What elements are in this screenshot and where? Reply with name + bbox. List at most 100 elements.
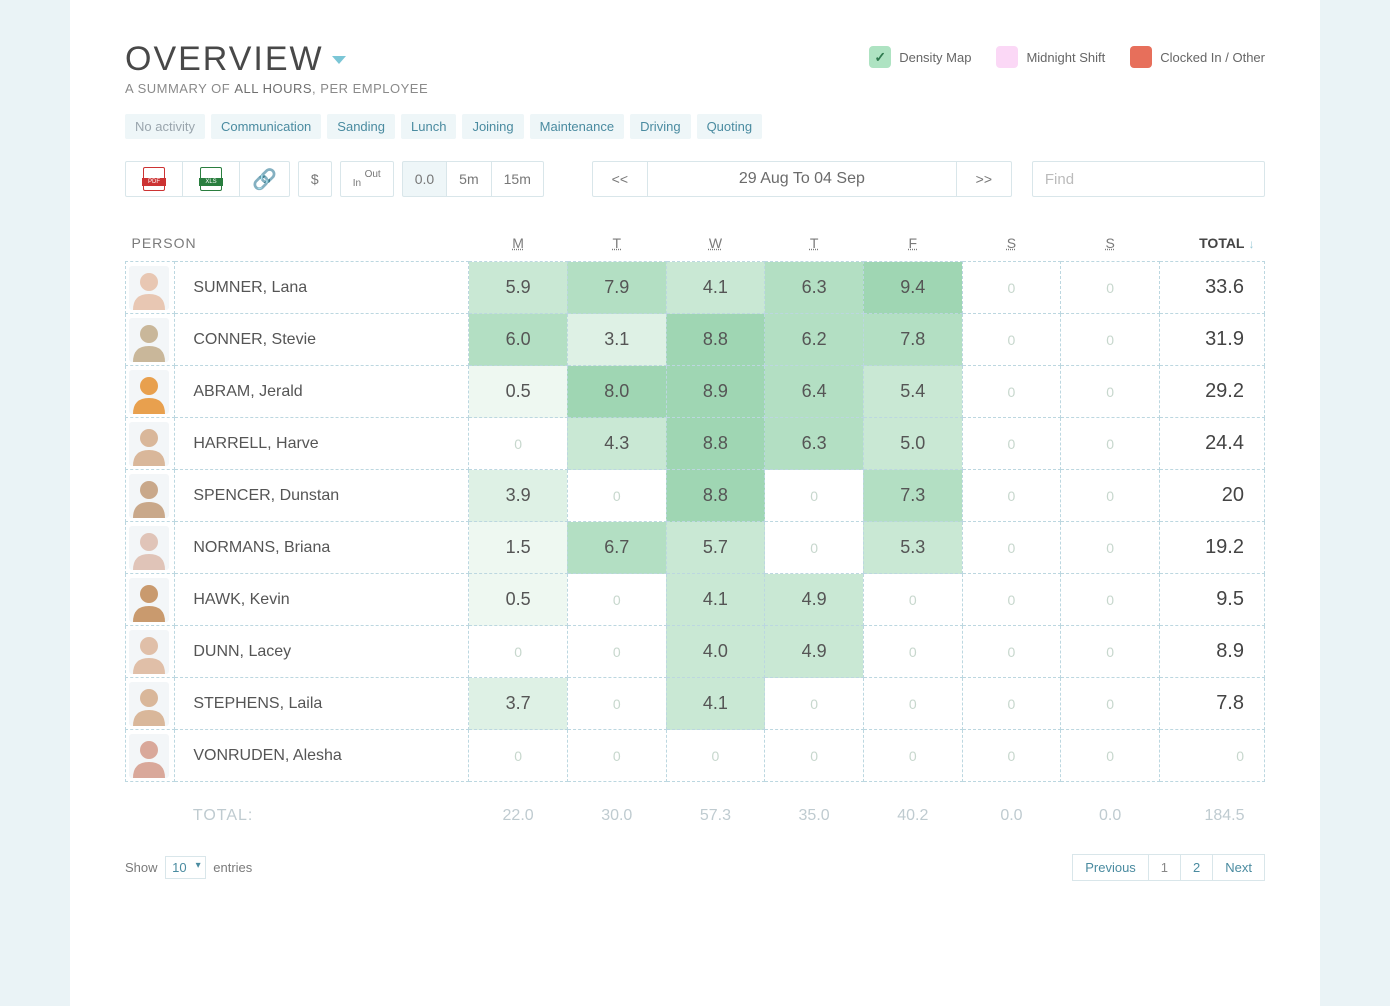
day-cell[interactable]: 1.5: [469, 522, 568, 574]
col-fri[interactable]: F: [863, 225, 962, 262]
tag-maintenance[interactable]: Maintenance: [530, 114, 624, 139]
legend-midnight[interactable]: Midnight Shift: [996, 46, 1105, 68]
entries-select[interactable]: 10: [165, 856, 205, 879]
day-cell[interactable]: 6.2: [765, 314, 864, 366]
day-cell[interactable]: 0: [1061, 730, 1160, 782]
day-cell[interactable]: 0: [469, 418, 568, 470]
col-mon[interactable]: M: [469, 225, 568, 262]
pager-page-1[interactable]: 1: [1148, 854, 1181, 881]
page-title[interactable]: OVERVIEW: [125, 40, 428, 79]
export-xls-button[interactable]: [182, 161, 240, 197]
table-row[interactable]: ABRAM, Jerald0.58.08.96.45.40029.2: [126, 366, 1265, 418]
currency-toggle-button[interactable]: $: [298, 161, 332, 197]
round-5m-button[interactable]: 5m: [446, 161, 491, 197]
export-pdf-button[interactable]: [125, 161, 183, 197]
day-cell[interactable]: 0: [962, 626, 1061, 678]
day-cell[interactable]: 0.5: [469, 366, 568, 418]
inout-toggle-button[interactable]: In Out: [340, 161, 394, 197]
day-cell[interactable]: 0: [567, 470, 666, 522]
day-cell[interactable]: 6.0: [469, 314, 568, 366]
day-cell[interactable]: 0: [863, 730, 962, 782]
table-row[interactable]: CONNER, Stevie6.03.18.86.27.80031.9: [126, 314, 1265, 366]
pager-prev[interactable]: Previous: [1072, 854, 1149, 881]
pager-page-2[interactable]: 2: [1180, 854, 1213, 881]
next-week-button[interactable]: >>: [956, 161, 1012, 197]
day-cell[interactable]: 0: [962, 262, 1061, 314]
col-sat[interactable]: S: [962, 225, 1061, 262]
name-cell[interactable]: HARRELL, Harve: [175, 418, 469, 470]
table-row[interactable]: STEPHENS, Laila3.704.100007.8: [126, 678, 1265, 730]
day-cell[interactable]: 6.3: [765, 418, 864, 470]
day-cell[interactable]: 0: [1061, 314, 1160, 366]
day-cell[interactable]: 0: [1061, 470, 1160, 522]
day-cell[interactable]: 0: [567, 626, 666, 678]
name-cell[interactable]: VONRUDEN, Alesha: [175, 730, 469, 782]
name-cell[interactable]: SUMNER, Lana: [175, 262, 469, 314]
pager-next[interactable]: Next: [1212, 854, 1265, 881]
day-cell[interactable]: 0: [863, 626, 962, 678]
day-cell[interactable]: 0: [1061, 678, 1160, 730]
day-cell[interactable]: 6.3: [765, 262, 864, 314]
name-cell[interactable]: STEPHENS, Laila: [175, 678, 469, 730]
day-cell[interactable]: 0: [765, 730, 864, 782]
name-cell[interactable]: SPENCER, Dunstan: [175, 470, 469, 522]
name-cell[interactable]: ABRAM, Jerald: [175, 366, 469, 418]
table-row[interactable]: DUNN, Lacey004.04.90008.9: [126, 626, 1265, 678]
day-cell[interactable]: 0: [863, 574, 962, 626]
round-15m-button[interactable]: 15m: [491, 161, 544, 197]
day-cell[interactable]: 0: [765, 522, 864, 574]
legend-clocked[interactable]: Clocked In / Other: [1130, 46, 1265, 68]
day-cell[interactable]: 0: [962, 678, 1061, 730]
day-cell[interactable]: 8.9: [666, 366, 765, 418]
day-cell[interactable]: 0: [1061, 522, 1160, 574]
day-cell[interactable]: 8.8: [666, 418, 765, 470]
day-cell[interactable]: 0: [1061, 366, 1160, 418]
share-link-button[interactable]: 🔗: [239, 161, 290, 197]
day-cell[interactable]: 0: [765, 678, 864, 730]
day-cell[interactable]: 0: [863, 678, 962, 730]
day-cell[interactable]: 5.4: [863, 366, 962, 418]
day-cell[interactable]: 5.3: [863, 522, 962, 574]
date-range-display[interactable]: 29 Aug To 04 Sep: [647, 161, 957, 197]
day-cell[interactable]: 7.3: [863, 470, 962, 522]
col-wed[interactable]: W: [666, 225, 765, 262]
day-cell[interactable]: 0: [962, 366, 1061, 418]
name-cell[interactable]: HAWK, Kevin: [175, 574, 469, 626]
day-cell[interactable]: 3.7: [469, 678, 568, 730]
name-cell[interactable]: CONNER, Stevie: [175, 314, 469, 366]
day-cell[interactable]: 0: [666, 730, 765, 782]
day-cell[interactable]: 6.7: [567, 522, 666, 574]
day-cell[interactable]: 4.0: [666, 626, 765, 678]
col-tue[interactable]: T: [567, 225, 666, 262]
day-cell[interactable]: 0: [1061, 626, 1160, 678]
day-cell[interactable]: 8.8: [666, 314, 765, 366]
table-row[interactable]: HARRELL, Harve04.38.86.35.00024.4: [126, 418, 1265, 470]
tag-driving[interactable]: Driving: [630, 114, 690, 139]
day-cell[interactable]: 0: [962, 470, 1061, 522]
day-cell[interactable]: 0: [962, 418, 1061, 470]
day-cell[interactable]: 0: [765, 470, 864, 522]
day-cell[interactable]: 7.8: [863, 314, 962, 366]
col-sun[interactable]: S: [1061, 225, 1160, 262]
day-cell[interactable]: 0: [962, 314, 1061, 366]
day-cell[interactable]: 3.9: [469, 470, 568, 522]
day-cell[interactable]: 4.3: [567, 418, 666, 470]
day-cell[interactable]: 4.1: [666, 262, 765, 314]
day-cell[interactable]: 8.0: [567, 366, 666, 418]
table-row[interactable]: NORMANS, Briana1.56.75.705.30019.2: [126, 522, 1265, 574]
find-input[interactable]: [1032, 161, 1265, 197]
day-cell[interactable]: 0: [469, 730, 568, 782]
tag-quoting[interactable]: Quoting: [697, 114, 763, 139]
day-cell[interactable]: 0: [1061, 418, 1160, 470]
chevron-down-icon[interactable]: [332, 56, 346, 64]
table-row[interactable]: SUMNER, Lana5.97.94.16.39.40033.6: [126, 262, 1265, 314]
day-cell[interactable]: 0: [962, 574, 1061, 626]
tag-no-activity[interactable]: No activity: [125, 114, 205, 139]
day-cell[interactable]: 0: [469, 626, 568, 678]
day-cell[interactable]: 0: [962, 730, 1061, 782]
day-cell[interactable]: 4.9: [765, 626, 864, 678]
day-cell[interactable]: 0: [962, 522, 1061, 574]
day-cell[interactable]: 0: [1061, 262, 1160, 314]
table-row[interactable]: SPENCER, Dunstan3.908.807.30020: [126, 470, 1265, 522]
day-cell[interactable]: 0: [567, 730, 666, 782]
